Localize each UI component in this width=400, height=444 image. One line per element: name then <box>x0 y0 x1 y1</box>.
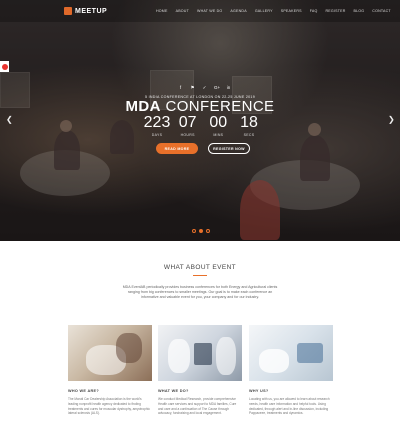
slider-dot[interactable] <box>192 229 196 233</box>
slider-dot-active[interactable] <box>199 229 203 233</box>
main-menu: HOME ABOUT WHAT WE DO AGENDA GALLERY SPE… <box>156 9 391 13</box>
card-text: The Maruti Car Dealership Association is… <box>68 397 150 416</box>
nav-item-speakers[interactable]: SPEAKERS <box>281 9 302 13</box>
nav-item-blog[interactable]: BLOG <box>354 9 365 13</box>
card-text: We conduct Medical Research, provide com… <box>158 397 237 416</box>
countdown-secs: 18 SECS <box>235 114 263 137</box>
feature-card-why: WHY US? Locating with us, you are allowe… <box>249 325 333 416</box>
nav-item-what-we-do[interactable]: WHAT WE DO <box>197 9 222 13</box>
card-caption: WHO WE ARE? <box>68 389 99 393</box>
slider-pagination <box>192 229 210 233</box>
top-navigation: MEETUP HOME ABOUT WHAT WE DO AGENDA GALL… <box>0 0 400 22</box>
card-image <box>249 325 333 381</box>
nav-item-home[interactable]: HOME <box>156 9 168 13</box>
countdown-timer: 223 DAYS 07 HOURS 00 MINS 18 SECS <box>143 114 263 137</box>
card-image <box>158 325 242 381</box>
countdown-label: DAYS <box>151 133 163 137</box>
image-detail <box>216 337 236 375</box>
countdown-label: MINS <box>213 133 224 137</box>
card-caption: WHY US? <box>249 389 269 393</box>
nav-item-gallery[interactable]: GALLERY <box>255 9 273 13</box>
hero-title-strong: MDA <box>125 98 161 115</box>
twitter-icon[interactable]: ⚑ <box>190 85 195 91</box>
image-detail <box>259 349 289 373</box>
section-title: WHAT ABOUT EVENT <box>163 264 237 271</box>
nav-item-contact[interactable]: CONTACT <box>372 9 391 13</box>
card-image <box>68 325 152 381</box>
record-icon <box>1 63 8 70</box>
hero-title: MDA CONFERENCE <box>0 98 400 115</box>
countdown-value: 223 <box>143 114 171 131</box>
slider-prev-icon[interactable]: ❮ <box>6 116 13 124</box>
slider-dot[interactable] <box>206 229 210 233</box>
linkedin-icon[interactable]: in <box>226 85 231 91</box>
countdown-label: SECS <box>243 133 255 137</box>
google-plus-icon[interactable]: G+ <box>214 85 220 91</box>
side-widget-button[interactable] <box>0 61 9 72</box>
logo-icon <box>64 7 72 15</box>
facebook-icon[interactable]: f <box>178 85 183 91</box>
site-logo[interactable]: MEETUP <box>64 7 107 15</box>
nav-item-faq[interactable]: FAQ <box>310 9 318 13</box>
feature-card-what: WHAT WE DO? We conduct Medical Research,… <box>158 325 242 416</box>
countdown-hours: 07 HOURS <box>174 114 202 137</box>
register-now-button[interactable]: REGISTER NOW <box>208 143 250 154</box>
logo-text: MEETUP <box>75 7 108 15</box>
nav-item-about[interactable]: ABOUT <box>176 9 189 13</box>
image-detail <box>194 343 212 365</box>
section-description: MDA EventAB periodically provides busine… <box>122 285 278 300</box>
hero-buttons: READ MORE REGISTER NOW <box>156 143 250 154</box>
countdown-value: 07 <box>178 114 197 131</box>
hero-title-rest: CONFERENCE <box>160 98 275 115</box>
nav-item-agenda[interactable]: AGENDA <box>230 9 246 13</box>
nav-item-register[interactable]: REGISTER <box>326 9 346 13</box>
countdown-days: 223 DAYS <box>143 114 171 137</box>
slider-next-icon[interactable]: ❯ <box>388 116 395 124</box>
feature-card-who: WHO WE ARE? The Maruti Car Dealership As… <box>68 325 152 416</box>
countdown-mins: 00 MINS <box>204 114 232 137</box>
social-links: f ⚑ ✓ G+ in <box>178 85 231 91</box>
card-caption: WHAT WE DO? <box>158 389 189 393</box>
countdown-value: 00 <box>209 114 228 131</box>
countdown-value: 18 <box>240 114 258 131</box>
image-detail <box>116 333 142 363</box>
image-detail <box>297 343 323 363</box>
card-text: Locating with us, you are allowed to lea… <box>249 397 330 416</box>
section-divider <box>193 275 207 276</box>
vimeo-icon[interactable]: ✓ <box>202 85 207 91</box>
countdown-label: HOURS <box>180 133 195 137</box>
image-detail <box>168 339 190 373</box>
read-more-button[interactable]: READ MORE <box>156 143 198 154</box>
